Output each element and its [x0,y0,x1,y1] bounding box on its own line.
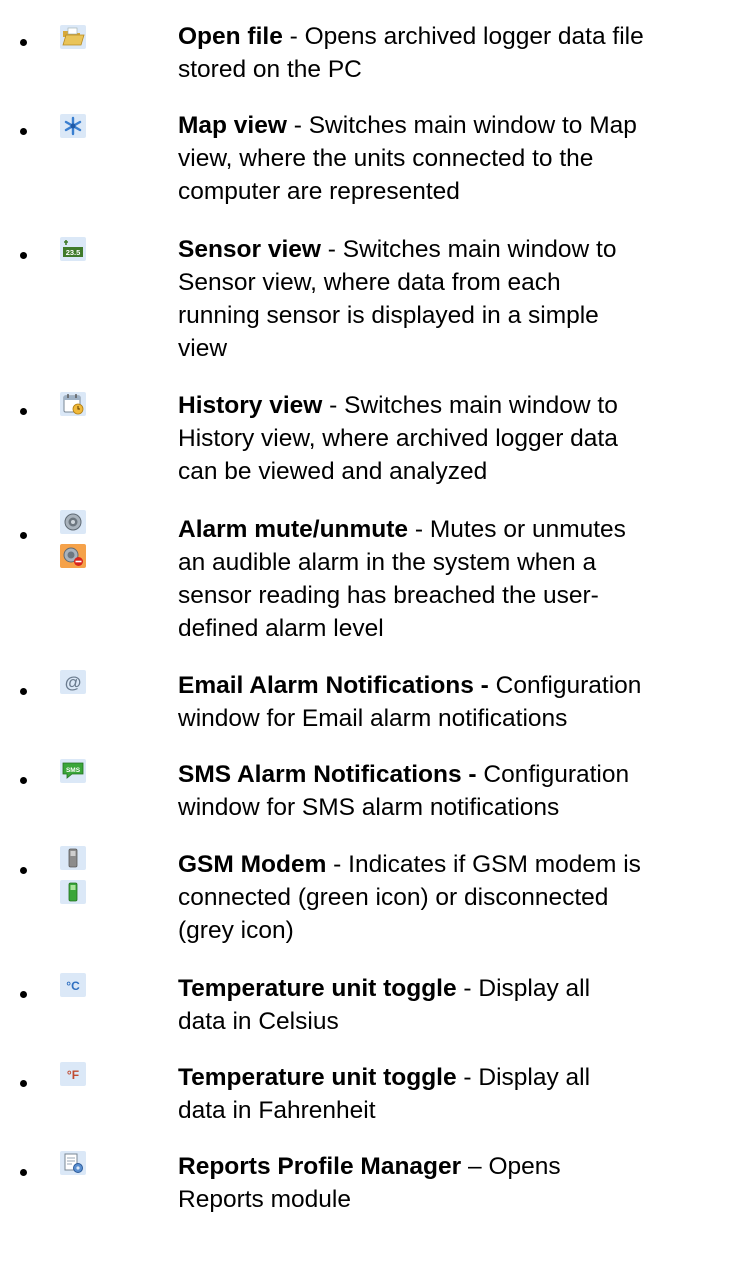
item-description: Switches main window to Map [308,112,637,139]
item-text: Reports Profile Manager – Opens Reports … [178,1153,561,1213]
item-title: Reports Profile Manager [178,1153,462,1180]
item-description: Configuration [495,672,642,699]
item-title: Email Alarm Notifications - [178,672,489,699]
item-title: Temperature unit toggle [178,975,457,1002]
alarm-speaker-icon [60,510,86,534]
item-title: History view [178,392,323,419]
svg-text:23.5: 23.5 [66,248,81,257]
calendar-clock-icon [60,392,86,416]
bullet [20,991,27,998]
bullet [20,39,27,46]
item-text: Sensor view - Switches main window to Se… [178,236,617,362]
email-at-icon: @ [60,670,86,694]
item-title: Map view [178,112,287,139]
open-folder-icon [60,25,86,49]
item-description: Mutes or unmutes [429,516,626,543]
bullet [20,1080,27,1087]
item-text: Open file - Opens archived logger data f… [178,23,644,83]
item-text: History view - Switches main window to H… [178,392,618,485]
bullet [20,128,27,135]
bullet [20,252,27,259]
sms-bubble-icon: SMS [60,759,86,783]
bullet [20,532,27,539]
bullet [20,1169,27,1176]
item-title: Open file [178,23,283,50]
item-title: SMS Alarm Notifications - [178,761,477,788]
svg-text:@: @ [65,673,82,692]
item-text: Temperature unit toggle - Display all da… [178,1064,591,1124]
item-text: Map view - Switches main window to Map v… [178,112,637,205]
map-star-icon [60,114,86,138]
item-description: Configuration [483,761,630,788]
svg-text:°F: °F [67,1068,79,1082]
bullet [20,688,27,695]
sensor-reading-icon: 23.5 [60,237,86,261]
item-text: Alarm mute/unmute - Mutes or unmutes an … [178,516,626,642]
item-title: Temperature unit toggle [178,1064,457,1091]
item-description: Opens archived logger data file [304,23,644,50]
gsm-modem-green-icon [60,880,86,904]
svg-text:SMS: SMS [66,767,81,774]
alarm-muted-icon [60,544,86,568]
item-title: Sensor view [178,236,321,263]
reports-gear-icon [60,1151,86,1175]
item-description: Switches main window to [342,236,617,263]
icon-legend-list: Open file - Opens archived logger data f… [0,0,738,1284]
fahrenheit-icon: °F [60,1062,86,1086]
item-text: SMS Alarm Notifications - Configuration … [178,761,630,821]
item-text: Email Alarm Notifications - Configuratio… [178,672,642,732]
item-text: Temperature unit toggle - Display all da… [178,975,591,1035]
item-description: Display all [478,1064,591,1091]
gsm-modem-grey-icon [60,846,86,870]
item-description: Opens [488,1153,561,1180]
item-title: Alarm mute/unmute [178,516,409,543]
bullet [20,777,27,784]
item-title: GSM Modem [178,851,327,878]
item-description: Indicates if GSM modem is [348,851,641,878]
item-text: GSM Modem - Indicates if GSM modem is co… [178,851,641,944]
item-description: Display all [478,975,591,1002]
bullet [20,867,27,874]
celsius-icon: °C [60,973,86,997]
bullet [20,408,27,415]
svg-text:°C: °C [66,979,80,993]
item-description: Switches main window to [344,392,618,419]
